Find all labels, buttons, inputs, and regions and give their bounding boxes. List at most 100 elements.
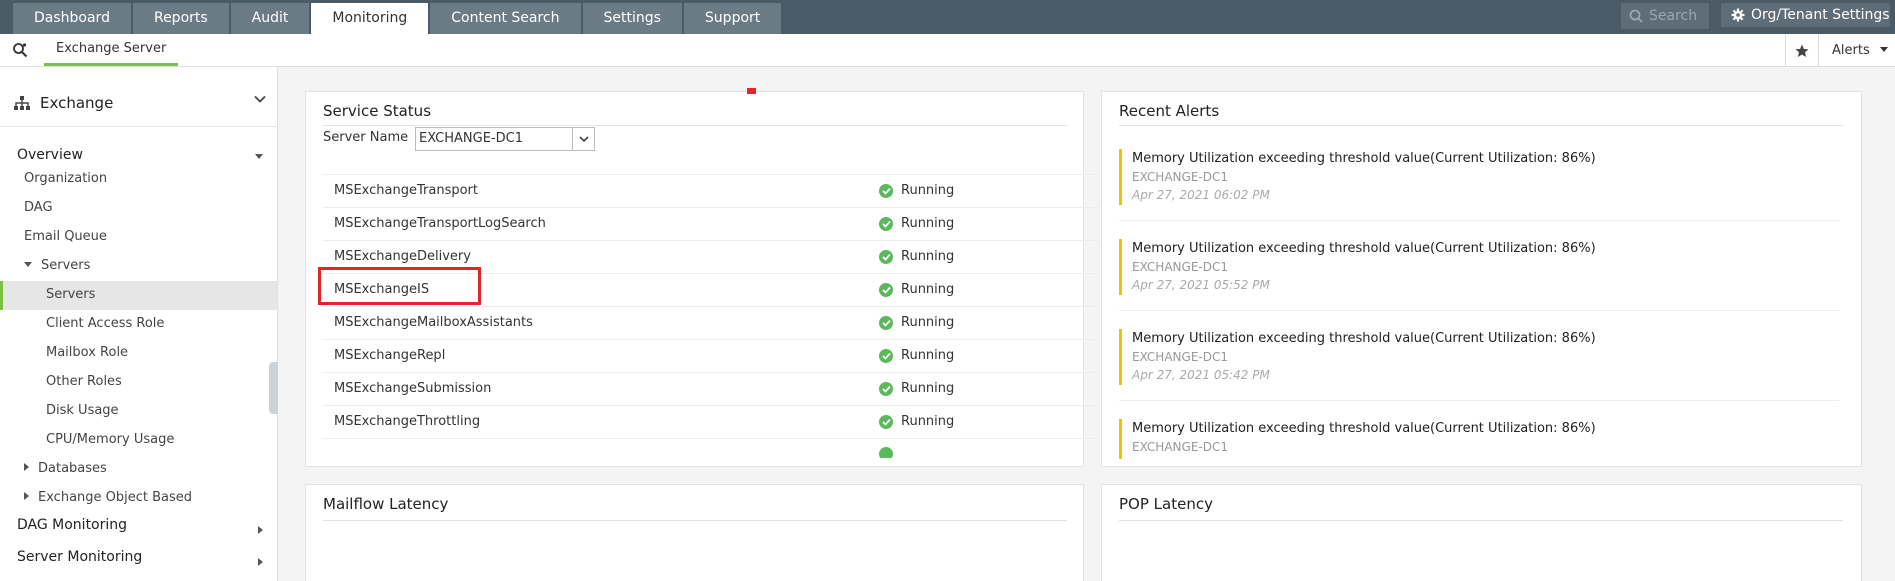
sidebar-item-organization[interactable]: Organization: [24, 171, 107, 186]
server-name-select[interactable]: EXCHANGE-DC1: [415, 127, 595, 151]
tab-content-search[interactable]: Content Search: [430, 3, 581, 34]
sidebar-item-cpu-memory-usage[interactable]: CPU/Memory Usage: [46, 432, 174, 447]
sidebar-item-exchange-object-based[interactable]: Exchange Object Based: [24, 490, 192, 505]
quick-search-icon[interactable]: [12, 42, 28, 62]
table-row: MSExchangeMailboxAssistants Running: [323, 306, 1099, 339]
search-placeholder: Search: [1649, 8, 1698, 24]
sidebar-item-email-queue[interactable]: Email Queue: [24, 229, 107, 244]
service-name: MSExchangeSubmission: [334, 381, 492, 396]
top-navigation-bar: Dashboard Reports Audit Monitoring Conte…: [0, 0, 1895, 34]
service-name: MSExchangeMailboxAssistants: [334, 315, 533, 330]
sidebar-heading-exchange[interactable]: Exchange: [14, 91, 266, 115]
sidebar-item-dag-monitoring[interactable]: DAG Monitoring: [17, 517, 127, 533]
server-name-value: EXCHANGE-DC1: [419, 131, 523, 146]
panel-title: Mailflow Latency: [323, 495, 449, 513]
table-row: MSExchangeRepl Running: [323, 339, 1099, 372]
sidebar-item-label: Overview: [17, 147, 83, 163]
sidebar-collapse-handle[interactable]: [269, 362, 278, 414]
alert-item[interactable]: Memory Utilization exceeding threshold v…: [1119, 149, 1839, 205]
recent-alerts-panel: Recent Alerts Memory Utilization exceedi…: [1101, 91, 1862, 467]
status-text: Running: [901, 381, 955, 396]
alert-time: Apr 27, 2021 06:02 PM: [1132, 188, 1270, 202]
alerts-dropdown[interactable]: Alerts: [1832, 34, 1888, 67]
tab-audit[interactable]: Audit: [230, 3, 310, 34]
chevron-down-icon[interactable]: [572, 128, 594, 150]
pop-latency-panel: POP Latency: [1101, 484, 1862, 581]
star-icon: [1795, 44, 1809, 57]
panel-title: Service Status: [323, 102, 432, 120]
service-name: MSExchangeDelivery: [334, 249, 471, 264]
alert-server: EXCHANGE-DC1: [1132, 440, 1228, 454]
check-circle-icon: [879, 183, 893, 198]
sidebar-item-other-roles[interactable]: Other Roles: [46, 374, 122, 389]
mailflow-latency-panel: Mailflow Latency: [305, 484, 1084, 581]
global-search-input[interactable]: Search: [1621, 3, 1709, 29]
alert-item[interactable]: Memory Utilization exceeding threshold v…: [1119, 419, 1839, 459]
panel-title: Recent Alerts: [1119, 102, 1220, 120]
tab-reports[interactable]: Reports: [132, 3, 229, 34]
check-circle-icon: [879, 447, 893, 458]
alert-item[interactable]: Memory Utilization exceeding threshold v…: [1119, 239, 1839, 295]
status-text: Running: [901, 216, 955, 231]
gear-icon: [1731, 8, 1745, 22]
sidebar-item-servers-group[interactable]: Servers: [24, 258, 90, 273]
service-status: Running: [879, 348, 954, 363]
status-text: Running: [901, 348, 955, 363]
alert-divider: [1119, 400, 1839, 401]
tab-settings[interactable]: Settings: [582, 3, 682, 34]
service-name: MSExchangeRepl: [334, 348, 446, 363]
check-circle-icon: [879, 249, 893, 264]
search-icon: [1629, 9, 1643, 23]
status-text: Running: [901, 282, 955, 297]
caret-down-icon: [255, 154, 263, 159]
alert-message: Memory Utilization exceeding threshold v…: [1132, 151, 1596, 166]
sidebar-item-overview[interactable]: Overview: [17, 147, 83, 163]
panel-divider: [1119, 520, 1843, 521]
service-status: Running: [879, 249, 954, 264]
sidebar-item-mailbox-role[interactable]: Mailbox Role: [46, 345, 128, 360]
table-row: MSExchangeTransportLogSearch Running: [323, 207, 1099, 240]
sidebar-item-dag[interactable]: DAG: [24, 200, 53, 215]
caret-right-icon: [258, 558, 263, 566]
sidebar-item-databases[interactable]: Databases: [24, 461, 107, 476]
alert-server: EXCHANGE-DC1: [1132, 260, 1228, 274]
sidebar-item-client-access-role[interactable]: Client Access Role: [46, 316, 164, 331]
sidebar: Exchange Overview Organization DAG Email…: [0, 67, 278, 581]
sidebar-heading-label: Exchange: [40, 94, 114, 112]
favorite-star-button[interactable]: [1785, 34, 1819, 67]
alerts-label: Alerts: [1832, 43, 1870, 58]
alert-time: Apr 27, 2021 05:42 PM: [1132, 368, 1270, 382]
org-tenant-settings-label: Org/Tenant Settings: [1751, 7, 1890, 23]
service-name: MSExchangeTransportLogSearch: [334, 216, 546, 231]
service-status: Running: [879, 315, 954, 330]
service-status: Running: [879, 183, 954, 198]
check-circle-icon: [879, 315, 893, 330]
sidebar-item-disk-usage[interactable]: Disk Usage: [46, 403, 119, 418]
sitemap-icon: [14, 96, 30, 110]
alert-time: Apr 27, 2021 05:52 PM: [1132, 278, 1270, 292]
status-text: Running: [901, 183, 955, 198]
tab-dashboard[interactable]: Dashboard: [13, 3, 131, 34]
table-row-partial: [323, 438, 1099, 458]
alert-item[interactable]: Memory Utilization exceeding threshold v…: [1119, 329, 1839, 385]
sidebar-item-servers[interactable]: Servers: [46, 287, 95, 302]
sidebar-item-label: Databases: [38, 461, 107, 476]
sidebar-selected-row: [0, 281, 277, 310]
table-row: MSExchangeThrottling Running: [323, 405, 1099, 438]
sidebar-item-server-monitoring[interactable]: Server Monitoring: [17, 549, 142, 565]
service-status: [879, 447, 901, 458]
status-text: Running: [901, 315, 955, 330]
tab-support[interactable]: Support: [683, 3, 782, 34]
status-text: Running: [901, 249, 955, 264]
alert-message: Memory Utilization exceeding threshold v…: [1132, 241, 1596, 256]
org-tenant-settings-button[interactable]: Org/Tenant Settings: [1721, 3, 1890, 27]
tab-monitoring[interactable]: Monitoring: [311, 3, 429, 34]
alert-server: EXCHANGE-DC1: [1132, 170, 1228, 184]
caret-down-icon: [24, 262, 32, 267]
service-status: Running: [879, 414, 954, 429]
alert-server: EXCHANGE-DC1: [1132, 350, 1228, 364]
check-circle-icon: [879, 216, 893, 231]
highlight-annotation-box: [318, 267, 481, 305]
sub-navigation-bar: Exchange Server Alerts: [0, 34, 1895, 67]
tab-exchange-server[interactable]: Exchange Server: [44, 34, 179, 66]
